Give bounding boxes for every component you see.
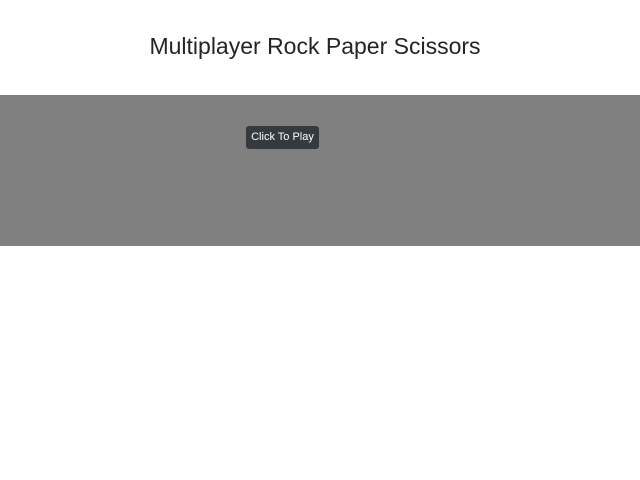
game-panel: Click To Play	[0, 95, 640, 246]
play-button[interactable]: Click To Play	[246, 126, 319, 149]
page-title: Multiplayer Rock Paper Scissors	[149, 33, 481, 59]
